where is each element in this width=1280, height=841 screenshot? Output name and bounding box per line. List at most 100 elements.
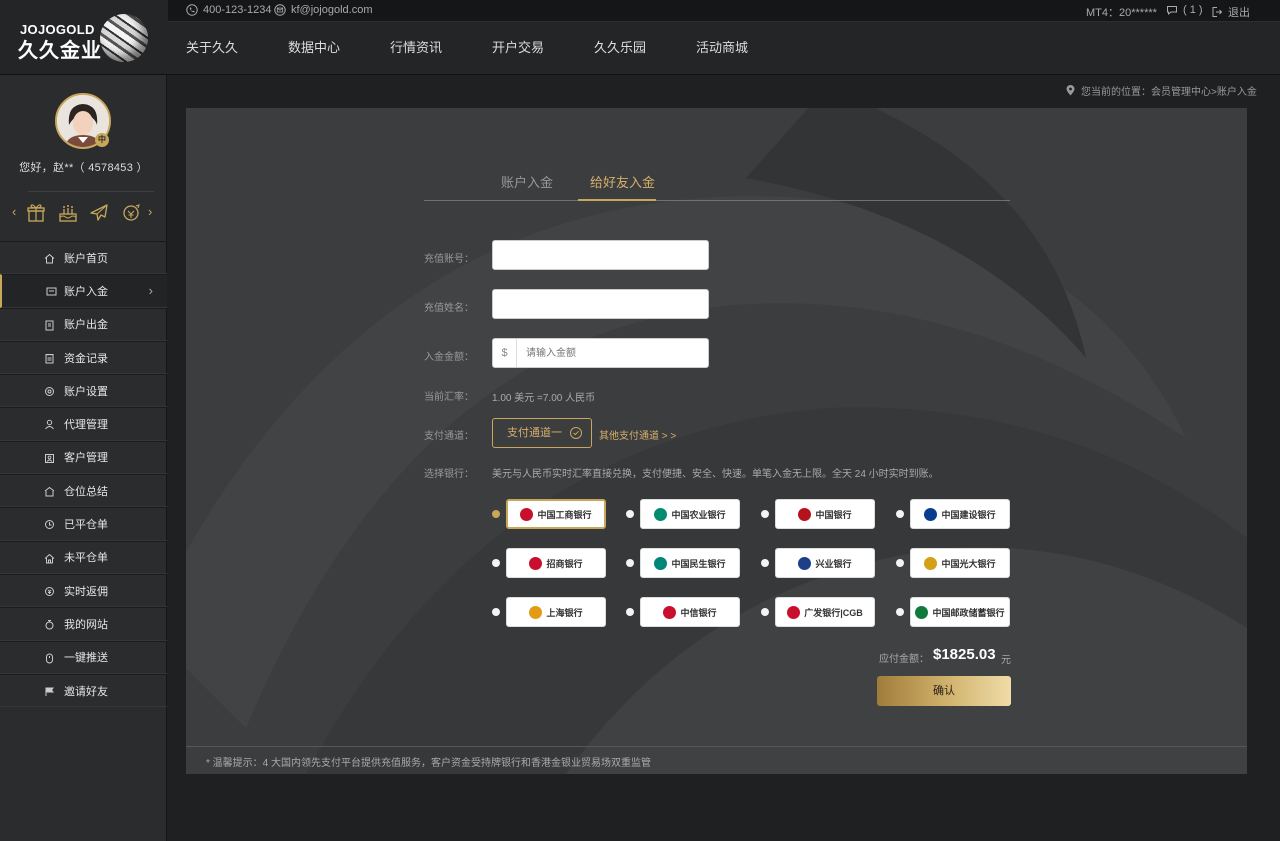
- bank-option-boc[interactable]: 中国银行: [761, 499, 881, 529]
- bank-radio[interactable]: [492, 559, 500, 567]
- nav-item-mall[interactable]: 活动商城: [678, 22, 780, 74]
- nav-item-market[interactable]: 行情资讯: [372, 22, 474, 74]
- sidebar: 中 您好，赵**（ 4578453 ） ‹ › 账户首页 账户入金 › 账户出金…: [0, 75, 167, 841]
- bank-option-cmbc[interactable]: 中国民生银行: [626, 548, 746, 578]
- amount-input[interactable]: [493, 339, 708, 367]
- nav-item-park[interactable]: 久久乐园: [576, 22, 678, 74]
- name-field[interactable]: [492, 289, 709, 319]
- sidebar-item-records[interactable]: 资金记录: [0, 340, 167, 375]
- tab-friend-deposit[interactable]: 给好友入金: [590, 172, 655, 191]
- bank-card[interactable]: 中信银行: [640, 597, 740, 627]
- bank-name: 中国建设银行: [941, 509, 996, 520]
- sidebar-item-customers[interactable]: 客户管理: [0, 440, 167, 475]
- bank-radio[interactable]: [626, 608, 634, 616]
- bank-option-psbc[interactable]: 中国邮政储蓄银行: [896, 597, 1016, 627]
- bank-radio[interactable]: [761, 510, 769, 518]
- logout-icon: [1212, 7, 1223, 17]
- quick-next-icon[interactable]: ›: [148, 204, 152, 219]
- bank-option-ceb[interactable]: 中国光大银行: [896, 548, 1016, 578]
- breadcrumb-text: 您当前的位置：会员管理中心>账户入金: [1081, 87, 1257, 98]
- bank-card[interactable]: 兴业银行: [775, 548, 875, 578]
- bank-radio[interactable]: [492, 608, 500, 616]
- sidebar-item-push[interactable]: 一键推送: [0, 640, 167, 674]
- divider: [28, 191, 154, 192]
- logout[interactable]: 退出: [1211, 4, 1250, 20]
- message-icon: [1167, 6, 1177, 16]
- name-label: 充值姓名：: [424, 303, 474, 314]
- bank-card[interactable]: 中国建设银行: [910, 499, 1010, 529]
- account-input[interactable]: [493, 241, 708, 269]
- sidebar-item-website[interactable]: 我的网站: [0, 607, 167, 641]
- bank-card[interactable]: 中国农业银行: [640, 499, 740, 529]
- bank-logo-icon: [529, 556, 543, 570]
- other-channel-link[interactable]: 其他支付通道 > >: [599, 427, 676, 442]
- bank-card[interactable]: 中国民生银行: [640, 548, 740, 578]
- sidebar-item-deposit[interactable]: 账户入金 ›: [0, 274, 167, 308]
- bank-option-cib[interactable]: 兴业银行: [761, 548, 881, 578]
- sidebar-item-closed-orders[interactable]: 已平仓单: [0, 507, 167, 541]
- open-order-icon: [44, 553, 55, 564]
- bank-option-bos[interactable]: 上海银行: [492, 597, 612, 627]
- bank-option-cgb[interactable]: 广发银行|CGB: [761, 597, 881, 627]
- cake-icon[interactable]: [57, 202, 79, 224]
- bank-card[interactable]: 广发银行|CGB: [775, 597, 875, 627]
- bank-radio[interactable]: [896, 510, 904, 518]
- messages[interactable]: ( 1 ): [1166, 4, 1203, 16]
- nav-item-about[interactable]: 关于久久: [168, 22, 270, 74]
- message-count[interactable]: ( 1 ): [1183, 4, 1203, 16]
- sidebar-item-positions[interactable]: 仓位总结: [0, 474, 167, 508]
- bank-option-cmb[interactable]: 招商银行: [492, 548, 612, 578]
- logo[interactable]: JOJOGOLD 久久金业: [18, 12, 153, 64]
- sidebar-item-withdraw[interactable]: 账户出金: [0, 307, 167, 341]
- bank-radio[interactable]: [761, 559, 769, 567]
- tab-account-deposit[interactable]: 账户入金: [501, 172, 553, 191]
- account-field[interactable]: [492, 240, 709, 270]
- sidebar-item-label: 仓位总结: [64, 485, 108, 498]
- rate-label: 当前汇率：: [424, 392, 474, 403]
- sidebar-item-agents[interactable]: 代理管理: [0, 407, 167, 441]
- bank-option-icbc[interactable]: 中国工商银行: [492, 499, 612, 529]
- bank-logo-icon: [787, 605, 801, 619]
- bank-radio[interactable]: [626, 510, 634, 518]
- bank-card[interactable]: 中国工商银行: [506, 499, 606, 529]
- bank-card[interactable]: 中国光大银行: [910, 548, 1010, 578]
- name-input[interactable]: [493, 290, 708, 318]
- channel-one-button[interactable]: 支付通道一: [492, 418, 592, 448]
- sidebar-item-open-orders[interactable]: 未平仓单: [0, 540, 167, 574]
- plane-icon[interactable]: [88, 202, 110, 224]
- bank-option-citic[interactable]: 中信银行: [626, 597, 746, 627]
- bank-logo-icon: [529, 605, 543, 619]
- sidebar-item-commission[interactable]: 实时返佣: [0, 573, 167, 608]
- amount-field[interactable]: $: [492, 338, 709, 368]
- bank-radio[interactable]: [761, 608, 769, 616]
- nav-item-data[interactable]: 数据中心: [270, 22, 372, 74]
- bank-option-abc[interactable]: 中国农业银行: [626, 499, 746, 529]
- sidebar-item-label: 账户出金: [64, 319, 108, 332]
- top-bar: 400-123-1234 kf@jojogold.com MT4：20*****…: [168, 0, 1280, 22]
- email-contact[interactable]: kf@jojogold.com: [274, 4, 372, 16]
- bank-radio[interactable]: [492, 510, 500, 518]
- bonus-icon[interactable]: [120, 202, 142, 224]
- bank-radio[interactable]: [626, 559, 634, 567]
- sidebar-item-label: 账户入金: [64, 285, 108, 298]
- bank-card[interactable]: 中国银行: [775, 499, 875, 529]
- bank-option-ccb[interactable]: 中国建设银行: [896, 499, 1016, 529]
- quick-prev-icon[interactable]: ‹: [12, 204, 16, 219]
- channel-one-label: 支付通道一: [507, 427, 562, 439]
- nav-item-trade[interactable]: 开户交易: [474, 22, 576, 74]
- sidebar-item-invite[interactable]: 邀请好友: [0, 673, 167, 708]
- bank-radio[interactable]: [896, 559, 904, 567]
- gift-icon[interactable]: [25, 202, 47, 224]
- sidebar-item-settings[interactable]: 账户设置: [0, 374, 167, 408]
- tip-text: * 温馨提示：4 大国内领先支付平台提供充值服务，客户资金受持牌银行和香港金银业…: [206, 758, 652, 769]
- bank-card[interactable]: 招商银行: [506, 548, 606, 578]
- bank-card[interactable]: 中国邮政储蓄银行: [910, 597, 1010, 627]
- deposit-panel: 账户入金 给好友入金 充值账号： 充值姓名： 入金金额： $ 当前汇率： 1.0…: [186, 108, 1247, 774]
- sidebar-item-home[interactable]: 账户首页: [0, 241, 167, 275]
- account-label: 充值账号：: [424, 254, 474, 265]
- email-address[interactable]: kf@jojogold.com: [291, 4, 372, 16]
- logout-label[interactable]: 退出: [1228, 4, 1250, 20]
- bank-card[interactable]: 上海银行: [506, 597, 606, 627]
- bank-radio[interactable]: [896, 608, 904, 616]
- confirm-button[interactable]: 确认: [877, 676, 1011, 706]
